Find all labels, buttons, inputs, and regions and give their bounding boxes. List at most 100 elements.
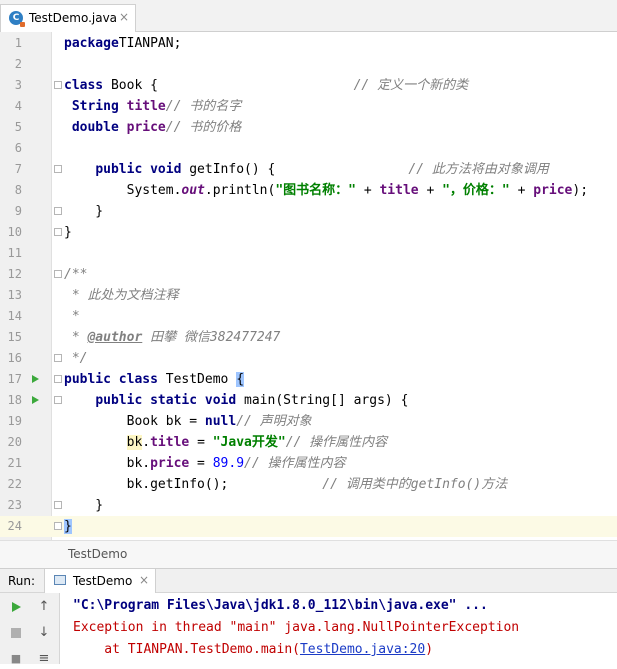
fold-icon[interactable] — [54, 165, 62, 173]
code-token: 田攀 微信382477247 — [142, 330, 281, 345]
code-text: * @author 田攀 微信382477247 — [64, 327, 281, 348]
code-line[interactable]: 15 * @author 田攀 微信382477247 — [0, 327, 617, 348]
code-line[interactable]: 23 } — [0, 495, 617, 516]
code-line[interactable]: 6 — [0, 138, 617, 159]
code-text: } — [64, 222, 72, 243]
code-text: class Book { // 定义一个新的类 — [64, 75, 468, 96]
code-line[interactable]: 19 Book bk = null// 声明对象 — [0, 411, 617, 432]
code-token: + — [509, 183, 534, 198]
code-token: } — [64, 204, 104, 219]
code-line[interactable]: 16 */ — [0, 348, 617, 369]
stacktrace-suffix: ) — [425, 642, 434, 657]
code-token: /** — [64, 267, 88, 282]
code-line[interactable]: 3 class Book { // 定义一个新的类 — [0, 75, 617, 96]
code-token: getInfo() { — [181, 162, 409, 177]
code-line[interactable]: 2 — [0, 54, 617, 75]
arrow-down-icon[interactable]: ↓ — [34, 623, 54, 643]
menu-icon[interactable]: ≡ — [34, 649, 54, 669]
rerun-icon[interactable] — [6, 597, 26, 617]
close-icon[interactable]: × — [119, 10, 129, 24]
code-line[interactable]: 11 — [0, 243, 617, 264]
fold-icon[interactable] — [54, 396, 62, 404]
fold-icon[interactable] — [54, 375, 62, 383]
code-line[interactable]: 13 * 此处为文档注释 — [0, 285, 617, 306]
fold-icon[interactable] — [54, 522, 62, 530]
close-icon[interactable]: × — [139, 573, 149, 587]
fold-icon[interactable] — [54, 354, 62, 362]
code-token: bk. — [64, 456, 151, 471]
code-token: title — [150, 435, 190, 450]
line-number: 8 — [14, 183, 22, 197]
arrow-up-icon[interactable]: ↑ — [34, 597, 54, 617]
code-token: */ — [64, 351, 88, 366]
code-token: * — [64, 309, 80, 324]
code-line[interactable]: 1 packageTIANPAN; — [0, 33, 617, 54]
code-line[interactable]: 14 * — [0, 306, 617, 327]
camera-icon[interactable]: ■ — [6, 649, 26, 669]
run-tab-testdemo[interactable]: TestDemo × — [44, 569, 156, 593]
code-token: * — [64, 330, 88, 345]
code-text: public class TestDemo { — [64, 369, 245, 390]
code-line[interactable]: 21 bk.price = 89.9// 操作属性内容 — [0, 453, 617, 474]
code-token: null — [204, 414, 237, 429]
code-line[interactable]: 5 double price// 书的价格 — [0, 117, 617, 138]
stop-icon[interactable] — [6, 623, 26, 643]
code-token: // 操作属性内容 — [285, 435, 388, 450]
code-line[interactable]: 10} — [0, 222, 617, 243]
code-line[interactable]: 7 public void getInfo() { // 此方法将由对象调用 — [0, 159, 617, 180]
code-line[interactable]: 12 /** — [0, 264, 617, 285]
fold-icon[interactable] — [54, 207, 62, 215]
code-line[interactable]: 4 String title// 书的名字 — [0, 96, 617, 117]
code-token: class — [64, 78, 104, 93]
code-token: Book { — [103, 78, 354, 93]
code-token: .println( — [204, 183, 276, 198]
code-line[interactable]: 22 bk.getInfo(); // 调用类中的getInfo()方法 — [0, 474, 617, 495]
code-editor[interactable]: 1 packageTIANPAN; 2 3 class Book { // 定义一个新的… — [0, 32, 617, 540]
code-token: double — [71, 120, 119, 135]
code-line[interactable]: 17 public class TestDemo { — [0, 369, 617, 390]
line-number: 17 — [7, 372, 22, 386]
code-token: // 操作属性内容 — [244, 456, 346, 471]
stacktrace-link[interactable]: TestDemo.java:20 — [300, 642, 425, 657]
code-line[interactable]: 9 } — [0, 201, 617, 222]
code-text: } — [64, 495, 103, 516]
code-token: @author — [87, 330, 143, 345]
console-line-exception: Exception in thread "main" java.lang.Nul… — [73, 620, 520, 635]
code-token: public void — [95, 162, 182, 177]
code-token: ); — [572, 183, 589, 198]
code-line[interactable]: 8 System.out.println("图书名称：" + title + "… — [0, 180, 617, 201]
console-output[interactable]: ■ ↑ ↓ ≡ "C:\Program Files\Java\jdk1.8.0_… — [0, 593, 617, 666]
code-token: = — [189, 456, 213, 471]
code-text: public static void main(String[] args) { — [64, 390, 408, 411]
code-token: // 声明对象 — [236, 414, 312, 429]
code-text: double price// 书的价格 — [64, 117, 241, 138]
code-text: * 此处为文档注释 — [64, 285, 179, 306]
code-line[interactable]: 20 bk.title = "Java开发"// 操作属性内容 — [0, 432, 617, 453]
code-line[interactable]: 18 public static void main(String[] args… — [0, 390, 617, 411]
code-token: TIANPAN; — [118, 36, 182, 51]
code-token: // 此方法将由对象调用 — [408, 162, 549, 177]
code-token: * 此处为文档注释 — [64, 288, 179, 303]
code-text: public void getInfo() { // 此方法将由对象调用 — [64, 159, 549, 180]
line-number: 12 — [7, 267, 22, 281]
line-number: 19 — [7, 414, 22, 428]
fold-icon[interactable] — [54, 270, 62, 278]
code-text: } — [64, 516, 72, 537]
line-number: 13 — [7, 288, 22, 302]
file-tab-testdemo[interactable]: C TestDemo.java × — [0, 4, 136, 32]
run-gutter-icon[interactable] — [32, 396, 39, 404]
run-gutter-icon[interactable] — [32, 375, 39, 383]
breadcrumb-item[interactable]: TestDemo — [68, 547, 127, 561]
fold-icon[interactable] — [54, 81, 62, 89]
fold-icon[interactable] — [54, 228, 62, 236]
line-number: 20 — [7, 435, 22, 449]
fold-icon[interactable] — [54, 501, 62, 509]
code-token: } — [64, 498, 104, 513]
code-line[interactable]: 24} — [0, 516, 617, 537]
line-number: 22 — [7, 477, 22, 491]
code-token: + — [418, 183, 443, 198]
